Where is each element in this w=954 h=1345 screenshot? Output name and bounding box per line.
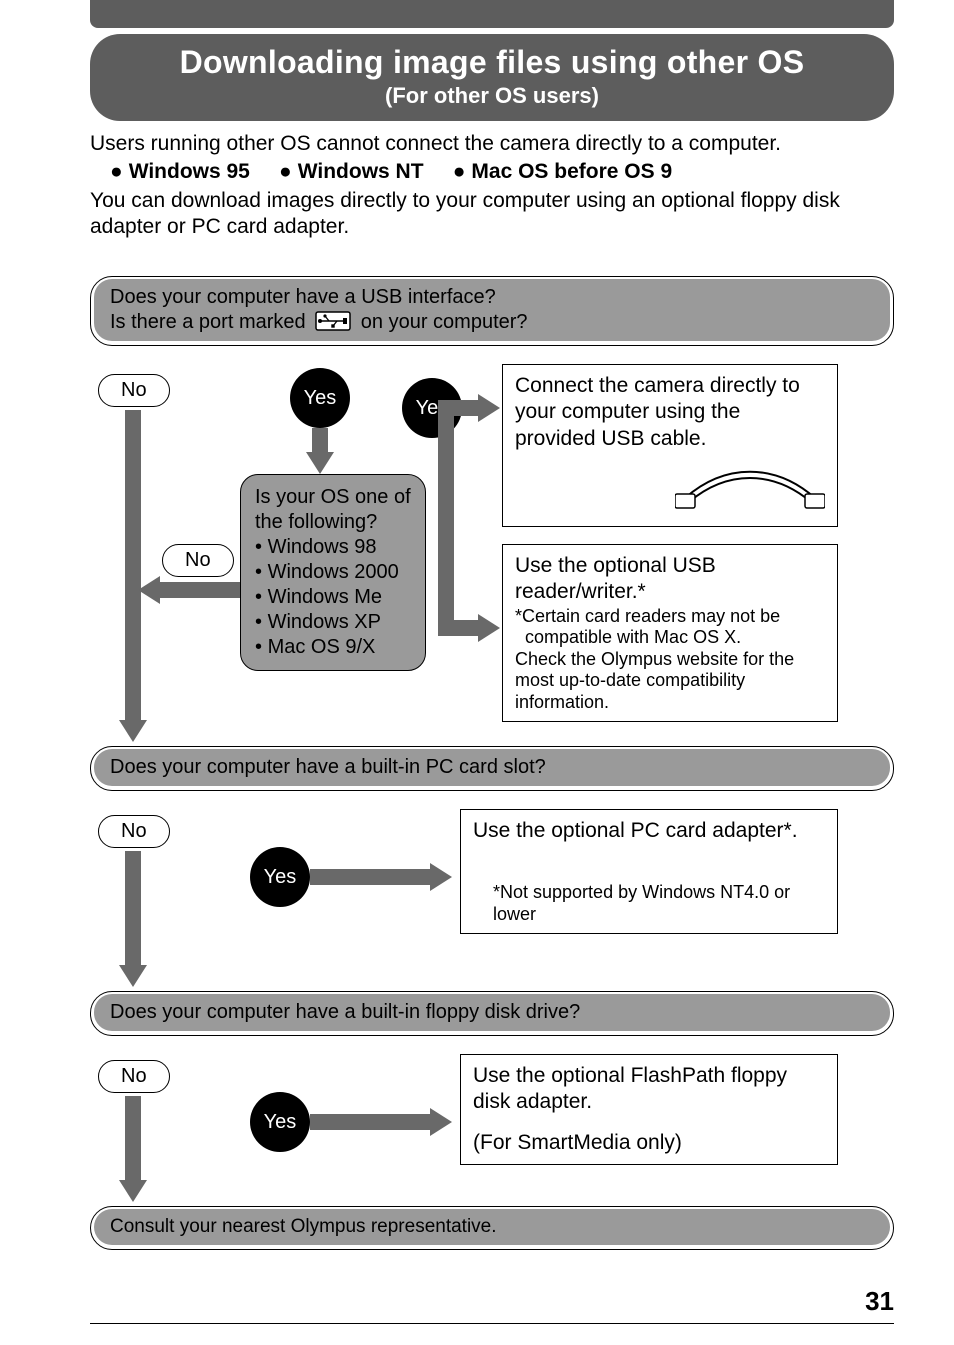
arrow-down-icon [119, 1180, 147, 1202]
info-usb-reader: Use the optional USB reader/writer.* *Ce… [502, 544, 838, 722]
arrow-shaft [310, 869, 430, 885]
bullet-icon: ● [279, 160, 292, 183]
os-check-lead1: Is your OS one of [255, 485, 411, 510]
page-subtitle: (For other OS users) [110, 83, 874, 109]
arrow-shaft [160, 582, 240, 598]
q2-text: Does your computer have a built-in PC ca… [110, 756, 546, 778]
os-option: Windows Me [255, 585, 411, 610]
os-check-lead2: the following? [255, 510, 411, 535]
os-macos: Mac OS before OS 9 [471, 160, 672, 183]
arrow-right-icon [478, 394, 500, 422]
q1-line2: Is there a port marked [110, 310, 874, 335]
bullet-icon: ● [110, 160, 123, 183]
q1-line1: Does your computer have a USB interface? [110, 285, 874, 310]
arrow-right-icon [430, 1108, 452, 1136]
arrow-down-icon [119, 720, 147, 742]
answer-no-1: No [98, 374, 170, 407]
pc-card-note: *Not supported by Windows NT4.0 or lower [473, 882, 825, 925]
bullet-icon: ● [453, 160, 466, 183]
question-usb-interface: Does your computer have a USB interface?… [90, 276, 894, 346]
arrow-down-icon [306, 452, 334, 474]
usb-reader-note-star: *Certain card readers may not be compati… [515, 606, 825, 649]
os-support-line: ●Windows 95 ●Windows NT ●Mac OS before O… [110, 159, 894, 185]
os-winnt: Windows NT [298, 160, 424, 183]
arrow-down-icon [119, 965, 147, 987]
question-os-check: Is your OS one of the following? Windows… [240, 474, 426, 671]
footer-rule [90, 1323, 894, 1324]
q3-text: Does your computer have a built-in flopp… [110, 1001, 580, 1023]
question-pc-card-slot: Does your computer have a built-in PC ca… [90, 746, 894, 791]
os-win95: Windows 95 [129, 160, 250, 183]
os-option: Windows XP [255, 610, 411, 635]
header-strip [90, 0, 894, 28]
usb-cable-icon [515, 458, 825, 518]
floppy-line2: (For SmartMedia only) [473, 1130, 825, 1156]
question-floppy-drive: Does your computer have a built-in flopp… [90, 991, 894, 1036]
answer-no-2: No [162, 544, 234, 577]
usb-reader-line: Use the optional USB reader/writer.* [515, 553, 825, 606]
intro-line-1: Users running other OS cannot connect th… [90, 131, 894, 157]
usb-connect-text: Connect the camera directly to your comp… [515, 373, 825, 452]
pc-card-text: Use the optional PC card adapter*. [473, 818, 825, 844]
arrow-shaft [438, 400, 454, 636]
q4-text: Consult your nearest Olympus representat… [110, 1216, 497, 1237]
question-consult-rep: Consult your nearest Olympus representat… [90, 1206, 894, 1250]
arrow-left-icon [138, 576, 160, 604]
answer-no-3: No [98, 815, 170, 848]
page-title-block: Downloading image files using other OS (… [90, 34, 894, 121]
info-usb-connect: Connect the camera directly to your comp… [502, 364, 838, 527]
info-floppy-adapter: Use the optional FlashPath floppy disk a… [460, 1054, 838, 1165]
arrow-shaft [125, 1096, 141, 1180]
arrow-right-icon [430, 863, 452, 891]
intro-text: Users running other OS cannot connect th… [90, 131, 894, 240]
page-number: 31 [90, 1286, 894, 1317]
answer-yes-4: Yes [250, 1092, 310, 1152]
answer-yes-3: Yes [250, 847, 310, 907]
os-option: Windows 2000 [255, 560, 411, 585]
arrow-shaft [310, 1114, 430, 1130]
arrow-shaft [438, 400, 478, 416]
os-option: Mac OS 9/X [255, 635, 411, 660]
flowchart: Does your computer have a USB interface?… [90, 276, 894, 1250]
info-pc-card-adapter: Use the optional PC card adapter*. *Not … [460, 809, 838, 934]
page-content: Downloading image files using other OS (… [0, 34, 954, 1344]
arrow-shaft [125, 851, 141, 965]
arrow-shaft [438, 620, 478, 636]
arrow-shaft [312, 428, 328, 452]
usb-port-icon [315, 311, 351, 331]
arrow-shaft [125, 410, 141, 720]
page-title: Downloading image files using other OS [110, 44, 874, 81]
usb-reader-note2: Check the Olympus website for the most u… [515, 649, 825, 714]
intro-line-2: You can download images directly to your… [90, 188, 894, 241]
arrow-right-icon [478, 614, 500, 642]
answer-yes-1: Yes [290, 368, 350, 428]
answer-no-4: No [98, 1060, 170, 1093]
os-option: Windows 98 [255, 535, 411, 560]
floppy-line1: Use the optional FlashPath floppy disk a… [473, 1063, 825, 1116]
